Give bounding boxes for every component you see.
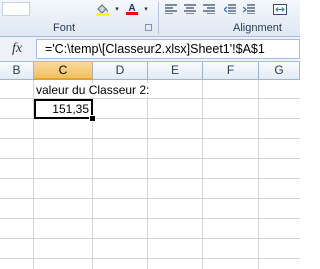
column-header-F[interactable]: F: [203, 62, 259, 80]
ribbon: ▾ A ▾ Font Alignment: [0, 0, 300, 37]
align-right-icon: [203, 4, 215, 14]
ribbon-separator: [158, 2, 159, 34]
cell-C-value[interactable]: 151,35: [36, 102, 89, 116]
fill-color-dropdown[interactable]: ▾: [113, 2, 121, 16]
gridline: [0, 218, 300, 219]
font-color-icon: A: [126, 3, 138, 15]
insert-function-button[interactable]: fx: [0, 39, 34, 59]
align-center-icon: [184, 4, 196, 14]
gridline: [258, 80, 259, 269]
gridline: [0, 238, 300, 239]
decrease-indent-icon: [224, 4, 236, 14]
align-left-icon: [165, 4, 177, 14]
column-header-B[interactable]: B: [0, 62, 34, 80]
increase-indent-icon: [243, 4, 255, 14]
gridline: [147, 80, 148, 269]
align-center-button[interactable]: [182, 2, 198, 16]
gridline: [0, 198, 300, 199]
fill-color-icon: [96, 3, 109, 16]
increase-indent-button[interactable]: [241, 2, 257, 16]
font-color-button[interactable]: A: [122, 2, 142, 16]
decrease-indent-button[interactable]: [222, 2, 238, 16]
column-header-G[interactable]: G: [259, 62, 300, 80]
merge-center-icon: [273, 3, 287, 15]
gridline: [0, 158, 300, 159]
formula-input[interactable]: ='C:\temp\[Classeur2.xlsx]Sheet1'!$A$1: [36, 39, 300, 59]
merge-center-button[interactable]: [264, 2, 296, 16]
font-dialog-launcher-icon[interactable]: [145, 24, 152, 31]
fill-color-button[interactable]: [92, 2, 114, 16]
fill-handle[interactable]: [89, 115, 96, 122]
align-left-button[interactable]: [163, 2, 179, 16]
align-right-button[interactable]: [201, 2, 217, 16]
gridline: [0, 258, 300, 259]
gridline: [0, 138, 300, 139]
font-size-dropdown[interactable]: [2, 2, 30, 16]
alignment-group-label: Alignment: [233, 22, 282, 34]
gridline: [202, 80, 203, 269]
formula-bar: fx ='C:\temp\[Classeur2.xlsx]Sheet1'!$A$…: [0, 37, 300, 62]
font-color-dropdown[interactable]: ▾: [142, 2, 150, 16]
column-header-C[interactable]: C: [34, 62, 93, 80]
fx-icon: fx: [11, 41, 23, 56]
font-group-label: Font: [53, 22, 76, 34]
cell-C-label[interactable]: valeur du Classeur 2:: [36, 83, 152, 97]
gridline: [0, 178, 300, 179]
column-header-E[interactable]: E: [148, 62, 203, 80]
column-header-D[interactable]: D: [93, 62, 148, 80]
